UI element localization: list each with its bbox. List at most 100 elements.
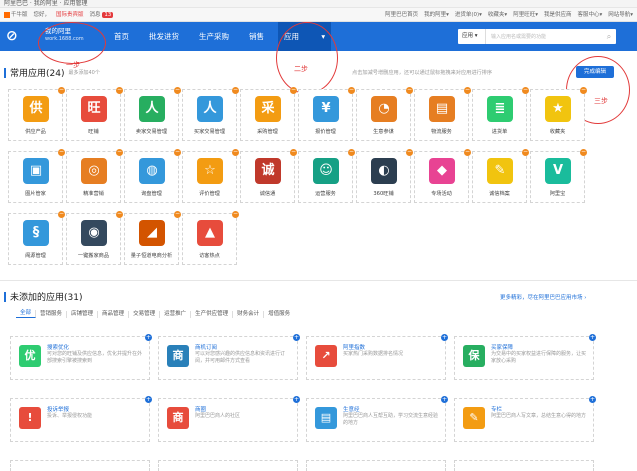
app-tile[interactable]: ◆ 专场活动 − bbox=[414, 149, 471, 203]
remove-app-icon[interactable]: − bbox=[464, 87, 471, 94]
app-tile[interactable]: ☆ 评价管理 − bbox=[182, 149, 239, 203]
unadded-app-card[interactable]: ↗ 阿里指数 买家热门采购数据排名情况 + bbox=[306, 334, 448, 380]
app-tile[interactable]: 诚诚信通 − bbox=[240, 149, 297, 203]
app-tile[interactable]: 人卖家交易管理 − bbox=[124, 87, 181, 141]
app-label: 询盘管理 bbox=[141, 191, 162, 197]
topbar-link-favorites[interactable]: 收藏夹▾ bbox=[488, 8, 507, 22]
app-tile[interactable]: 采采购管理 − bbox=[240, 87, 297, 141]
search-scope-select[interactable]: 应用 ▾ bbox=[458, 29, 486, 44]
app-tile[interactable]: ✎ 诚信档案 − bbox=[472, 149, 529, 203]
app-label: 买家交易管理 bbox=[193, 129, 226, 135]
unadded-app-card[interactable]: ✎ 专栏 阿里巴巴商人写文章，总结生意心得的地方 + bbox=[454, 396, 596, 442]
remove-app-icon[interactable]: − bbox=[406, 87, 413, 94]
app-tile[interactable]: 人买家交易管理 − bbox=[182, 87, 239, 141]
remove-app-icon[interactable]: − bbox=[58, 211, 65, 218]
add-app-icon[interactable]: + bbox=[441, 334, 448, 341]
app-tile[interactable]: ¥ 报价管理 − bbox=[298, 87, 355, 141]
remove-app-icon[interactable]: − bbox=[232, 87, 239, 94]
alibaba-logo-icon[interactable]: ⊘ bbox=[6, 28, 30, 44]
tab-all[interactable]: 全部 bbox=[16, 310, 37, 318]
topbar-link-sitemap[interactable]: 网站导航▾ bbox=[608, 8, 633, 22]
app-tile[interactable]: ★ 收藏夹 − bbox=[530, 87, 587, 141]
tab-finance[interactable]: 财务会计 bbox=[233, 310, 265, 318]
remove-app-icon[interactable]: − bbox=[580, 87, 587, 94]
remove-app-icon[interactable]: − bbox=[406, 149, 413, 156]
app-tile[interactable]: § 阁源管理 − bbox=[8, 211, 65, 265]
remove-app-icon[interactable]: − bbox=[522, 87, 529, 94]
nav-wholesale[interactable]: 批发进货 bbox=[149, 22, 179, 51]
app-tile[interactable]: ◉ 一键搬家商品 − bbox=[66, 211, 123, 265]
unadded-app-card[interactable]: 商商机订阅 可以对您感兴趣的供应信息和资讯进行订阅，并可用邮件方式查看 + bbox=[158, 334, 300, 380]
tab-value-added[interactable]: 增值服务 bbox=[264, 311, 294, 318]
topbar-link-home[interactable]: 阿里巴巴首页 bbox=[385, 8, 418, 22]
unadded-app-card[interactable]: ! 投诉举报 投诉、举报侵权功能 + bbox=[10, 396, 152, 442]
add-app-icon[interactable]: + bbox=[145, 334, 152, 341]
remove-app-icon[interactable]: − bbox=[116, 211, 123, 218]
nav-sales[interactable]: 销售 bbox=[249, 22, 264, 51]
remove-app-icon[interactable]: − bbox=[174, 149, 181, 156]
unadded-app-card[interactable]: 保买家保障 为交易中的买家权益进行保障的服务，让买家放心采购 + bbox=[454, 334, 596, 380]
add-app-icon[interactable]: + bbox=[145, 396, 152, 403]
remove-app-icon[interactable]: − bbox=[58, 87, 65, 94]
tab-store[interactable]: 店铺管理 bbox=[67, 310, 99, 318]
app-market-link[interactable]: 更多精彩，尽在阿里巴巴应用市场 › bbox=[500, 293, 586, 301]
topbar-link-cart[interactable]: 进货单(0)▾ bbox=[455, 8, 482, 22]
unadded-app-card[interactable]: 商商圈 阿里巴巴商人的社区 + bbox=[158, 396, 300, 442]
topbar-link-supplier[interactable]: 我是供应商 bbox=[544, 8, 572, 22]
tab-supply[interactable]: 生产供应管理 bbox=[191, 310, 234, 318]
app-tile[interactable]: 供供应产品 − bbox=[8, 87, 65, 141]
tab-promotion[interactable]: 运营推广 bbox=[160, 310, 192, 318]
remove-app-icon[interactable]: − bbox=[290, 149, 297, 156]
vip-link[interactable]: 国际贵宾版 bbox=[56, 8, 84, 22]
app-tile[interactable]: ◎ 精准营销 − bbox=[66, 149, 123, 203]
window-title: 阿里巴巴 · 我的阿里 · 应用管理 bbox=[0, 0, 637, 8]
remove-app-icon[interactable]: − bbox=[116, 149, 123, 156]
remove-app-icon[interactable]: − bbox=[580, 149, 587, 156]
tab-trade[interactable]: 交易管理 bbox=[129, 310, 161, 318]
app-tile[interactable]: ≣ 进货单 − bbox=[472, 87, 529, 141]
topbar-link-service[interactable]: 客服中心▾ bbox=[577, 8, 602, 22]
app-tile[interactable]: ▲ 访客热点 − bbox=[182, 211, 239, 265]
add-app-icon[interactable]: + bbox=[589, 396, 596, 403]
remove-app-icon[interactable]: − bbox=[174, 211, 181, 218]
app-tile[interactable]: 旺旺铺 − bbox=[66, 87, 123, 141]
nav-home[interactable]: 首页 bbox=[114, 22, 129, 51]
message-link[interactable]: 消息 13 bbox=[90, 8, 114, 22]
app-tile[interactable]: ☺ 运营服务 − bbox=[298, 149, 355, 203]
tab-marketing[interactable]: 营销服务 bbox=[36, 310, 68, 318]
app-tile[interactable]: ▣ 图片管家 − bbox=[8, 149, 65, 203]
remove-app-icon[interactable]: − bbox=[174, 87, 181, 94]
unadded-app-card[interactable]: ▤ 生意经 阿里巴巴商人互帮互助，学习交流生意经验的地方 + bbox=[306, 396, 448, 442]
nav-procurement[interactable]: 生产采购 bbox=[199, 22, 229, 51]
remove-app-icon[interactable]: − bbox=[232, 149, 239, 156]
app-label: 收藏夹 bbox=[549, 129, 566, 135]
app-tile[interactable]: ▤ 物流服务 − bbox=[414, 87, 471, 141]
topbar-link-wangwang[interactable]: 阿里旺旺▾ bbox=[513, 8, 538, 22]
app-tile[interactable]: ◐ 360旺铺 − bbox=[356, 149, 413, 203]
add-app-icon[interactable]: + bbox=[589, 334, 596, 341]
app-title: 商机订阅 bbox=[195, 345, 218, 351]
remove-app-icon[interactable]: − bbox=[116, 87, 123, 94]
app-tile[interactable]: ◢ 量子恒道电商分析 − bbox=[124, 211, 181, 265]
search-icon[interactable]: ⌕ bbox=[602, 32, 616, 42]
add-app-icon[interactable]: + bbox=[293, 334, 300, 341]
remove-app-icon[interactable]: − bbox=[290, 87, 297, 94]
remove-app-icon[interactable]: − bbox=[522, 149, 529, 156]
remove-app-icon[interactable]: − bbox=[464, 149, 471, 156]
app-tile[interactable]: ◍ 询盘管理 − bbox=[124, 149, 181, 203]
remove-app-icon[interactable]: − bbox=[348, 87, 355, 94]
qianniu-link[interactable]: 千牛版 bbox=[4, 8, 28, 22]
finish-edit-button[interactable]: 完成编辑 bbox=[576, 66, 614, 78]
app-tile[interactable]: ◔ 生意参谋 − bbox=[356, 87, 413, 141]
app-tile[interactable]: V 阿里宝 − bbox=[530, 149, 587, 203]
greeting: 您好， bbox=[33, 12, 51, 18]
topbar-link-my-ali[interactable]: 我的阿里▾ bbox=[424, 8, 449, 22]
remove-app-icon[interactable]: − bbox=[232, 211, 239, 218]
remove-app-icon[interactable]: − bbox=[58, 149, 65, 156]
add-app-icon[interactable]: + bbox=[293, 396, 300, 403]
search-input[interactable]: 输入应用名或需要的功能 bbox=[486, 33, 602, 40]
unadded-app-card[interactable]: 优搜索优化 可对您的旺铺及供应信息，优化并提升在外部搜索引擎被搜索到 + bbox=[10, 334, 152, 380]
add-app-icon[interactable]: + bbox=[441, 396, 448, 403]
tab-product[interactable]: 商品管理 bbox=[98, 310, 130, 318]
remove-app-icon[interactable]: − bbox=[348, 149, 355, 156]
